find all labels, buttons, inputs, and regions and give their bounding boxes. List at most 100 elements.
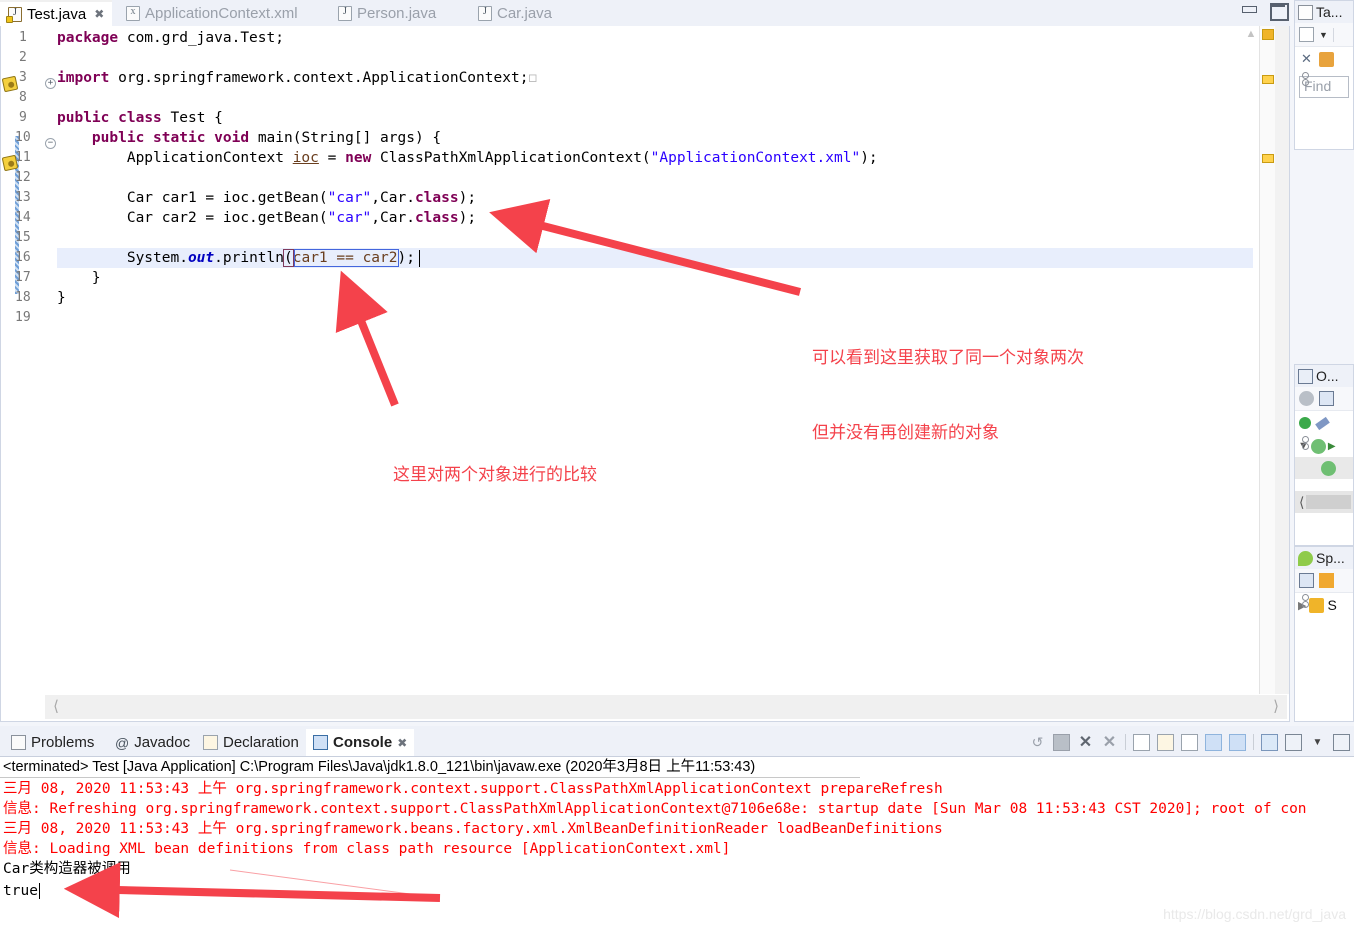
token-keyword: package [57,30,119,46]
java-file-icon [6,6,22,23]
code-line-9[interactable]: public class Test { [57,108,223,128]
code-line-1[interactable]: package com.grd_java.Test; [57,28,284,48]
outline-panel-header[interactable]: O... [1295,365,1353,387]
group-by-icon[interactable] [1319,51,1334,67]
scroll-lock-icon[interactable] [1157,733,1174,751]
tab-declaration[interactable]: Declaration [196,729,306,756]
collapse-all-icon[interactable] [1319,391,1334,406]
toolbar-divider [1253,734,1254,750]
scroll-right-icon[interactable]: ⟩ [1267,698,1285,716]
overview-ruler[interactable] [1259,26,1275,694]
spring-explorer-panel: Sp... ▶ S [1294,546,1354,722]
expand-arrow-icon: ▶ [1327,440,1336,452]
tasks-panel-toolbar-2: ✕ [1295,47,1353,71]
text-caret [419,250,420,267]
code-line-13[interactable]: Car car1 = ioc.getBean("car",Car.class); [57,188,476,208]
folder-icon [1309,597,1325,613]
tasks-panel-header[interactable]: Ta... [1295,1,1353,23]
code-line-10[interactable]: public static void main(String[] args) { [57,128,441,148]
code-line-14[interactable]: Car car2 = ioc.getBean("car",Car.class); [57,208,476,228]
fold-collapse-icon[interactable]: − [45,138,56,149]
window-controls [1240,2,1289,21]
console-menu-icon[interactable]: ▼ [1309,734,1326,751]
fold-expand-icon[interactable]: + [45,78,56,89]
close-icon[interactable]: ✖ [397,736,407,750]
editor-region: Test.java ✖ ApplicationContext.xml Perso… [0,0,1290,722]
java-file-icon [338,5,352,21]
console-toolbar: ↺ ✕ ✕ ▼ [1029,729,1350,755]
show-console-on-error-icon[interactable] [1229,733,1246,751]
annotation-line-2: 但并没有再创建新的对象 [812,423,999,443]
annotation-same-object: 可以看到这里获取了同一个对象两次 但并没有再创建新的对象 [812,296,1084,496]
chevron-down-icon[interactable]: ▼ [1319,30,1328,40]
tab-label: Declaration [223,734,299,751]
open-console-icon[interactable] [1261,733,1278,751]
minimize-icon[interactable] [1240,2,1258,18]
outline-hscrollbar[interactable]: ⟨ [1295,491,1353,513]
show-console-on-output-icon[interactable] [1205,733,1222,751]
line-number: 12 [15,170,31,185]
link-with-editor-icon[interactable] [1319,573,1334,588]
scroll-left-icon[interactable]: ⟨ [1295,494,1304,511]
overview-marker-warning[interactable] [1262,154,1274,163]
annotation-line-1: 这里对两个对象进行的比较 [393,465,597,485]
code-line-18[interactable]: } [57,288,66,308]
eclipse-window: Test.java ✖ ApplicationContext.xml Perso… [0,0,1354,930]
editor-tab-label: Car.java [497,4,553,22]
tab-label: Console [333,734,393,751]
annotation-comparison: 这里对两个对象进行的比较 [393,413,597,538]
tab-label: Problems [31,734,95,751]
pin-console-icon[interactable] [1333,733,1350,751]
word-wrap-icon[interactable] [1181,733,1198,751]
tab-javadoc[interactable]: @ Javadoc [108,729,197,756]
editor-body: + − 1 2 3 8 9 10 11 12 13 14 15 16 17 18… [0,26,1290,722]
editor-vertical-scrollbar[interactable] [1275,26,1289,694]
hide-fields-icon[interactable] [1299,417,1311,429]
maximize-icon[interactable] [1268,2,1289,21]
line-number: 2 [19,50,27,65]
filters-icon[interactable]: ✕ [1299,51,1314,67]
new-task-icon[interactable] [1299,27,1314,42]
editor-tab-test-java[interactable]: Test.java ✖ [0,0,112,26]
editor-tab-car-java[interactable]: Car.java [470,0,560,26]
terminate-all-icon[interactable]: ↺ [1029,734,1046,751]
remove-all-terminated-icon[interactable]: ✕ [1101,734,1118,751]
outline-panel-title: O... [1316,368,1339,384]
spring-explorer-header[interactable]: Sp... [1295,547,1353,569]
code-line-3[interactable]: import org.springframework.context.Appli… [57,68,537,88]
code-line-11[interactable]: ApplicationContext ioc = new ClassPathXm… [57,148,878,168]
outline-panel-toolbar [1295,387,1353,411]
line-number: 19 [15,310,31,325]
code-line-17[interactable]: } [57,268,101,288]
warning-icon[interactable] [1,75,19,93]
annotation-line-1: 可以看到这里获取了同一个对象两次 [812,348,1084,368]
outline-tree-row[interactable] [1295,457,1353,479]
sort-icon[interactable] [1299,391,1314,406]
java-file-icon [478,5,492,21]
tab-console[interactable]: Console ✖ [306,729,415,756]
scroll-left-icon[interactable]: ⟨ [47,698,65,716]
collapse-all-icon[interactable] [1299,573,1314,588]
editor-tab-applicationcontext-xml[interactable]: ApplicationContext.xml [118,0,306,26]
javadoc-icon: @ [115,734,130,751]
editor-horizontal-scrollbar[interactable]: ⟨ ⟩ [45,695,1287,719]
annotation-output-true: 可以看到输出为true，说明是同一个对象 [443,888,755,930]
token-keyword: import [57,70,110,86]
clear-console-icon[interactable] [1133,733,1150,751]
tab-problems[interactable]: Problems [4,729,101,756]
scroll-thumb[interactable] [1306,495,1351,509]
task-list-icon [1298,4,1313,20]
remove-launch-icon[interactable]: ✕ [1077,734,1094,751]
line-number: 17 [15,270,31,285]
overview-marker-warning[interactable] [1262,29,1274,40]
scroll-up-icon[interactable]: ▲ [1243,28,1259,42]
toolbar-divider [1332,27,1334,42]
display-selected-console-icon[interactable] [1285,733,1302,751]
overview-marker-warning[interactable] [1262,75,1274,84]
line-number: 9 [19,110,27,125]
terminate-icon[interactable] [1053,733,1070,751]
editor-tab-person-java[interactable]: Person.java [330,0,444,26]
hide-static-icon[interactable] [1315,416,1330,430]
close-icon[interactable]: ✖ [94,7,104,21]
console-tab-bar: Problems @ Javadoc Declaration Console ✖… [0,726,1354,756]
